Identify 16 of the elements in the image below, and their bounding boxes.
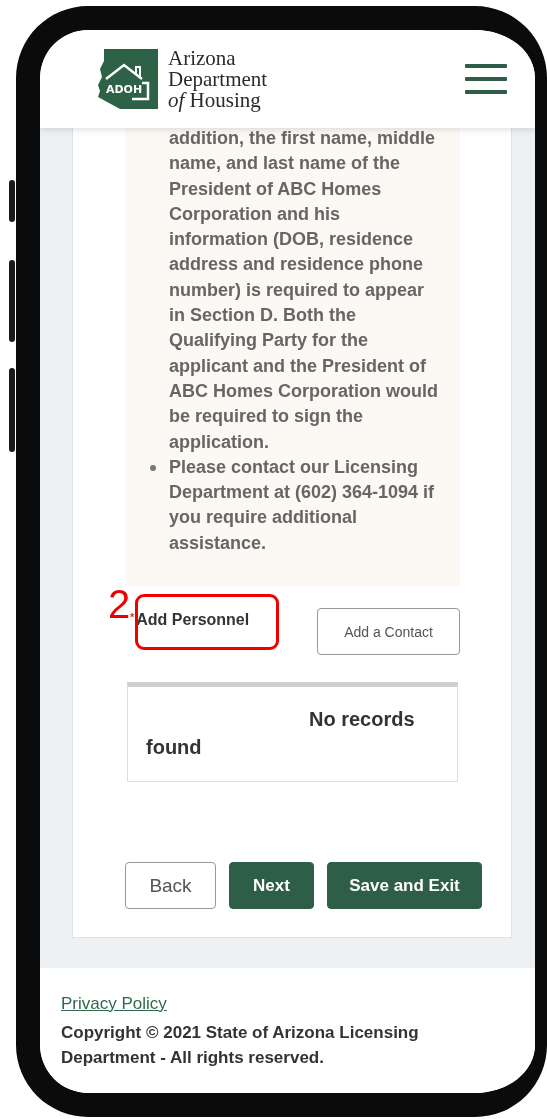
action-button[interactable]: Next [229, 862, 314, 910]
back-button[interactable]: Back [125, 862, 216, 910]
agency-name: Arizona Department of Housing [168, 47, 268, 111]
bullet-icon [150, 464, 156, 471]
add-contact-button[interactable]: Add a Contact [317, 608, 460, 656]
required-mark: * [130, 611, 135, 624]
logo[interactable]: ADOH [96, 47, 160, 111]
info-text: addition, the first name, middle name, and last name of the President of ABC Homes Corporation and his information (DOB, residence address and residence phone number) is required to appear in Section D. Both the Qualifying Party for the applicant and the President of ABC Homes Corporation would be required to sign the application. [169, 128, 438, 454]
action-button[interactable]: Save and Exit [327, 862, 482, 910]
menu-icon[interactable] [465, 64, 507, 94]
annotation-number: 2 [108, 584, 131, 625]
info-text: Please contact our Licensing Department at (602) 364-1094 if you require additional assistance. [169, 454, 438, 557]
field-label: Add Personnel [136, 611, 250, 629]
privacy-link[interactable]: Privacy Policy [61, 994, 167, 1014]
empty-message: No records found [146, 707, 416, 761]
copyright-text: Copyright © 2021 State of Arizona Licensing Department - All rights reserved. [61, 1022, 420, 1069]
